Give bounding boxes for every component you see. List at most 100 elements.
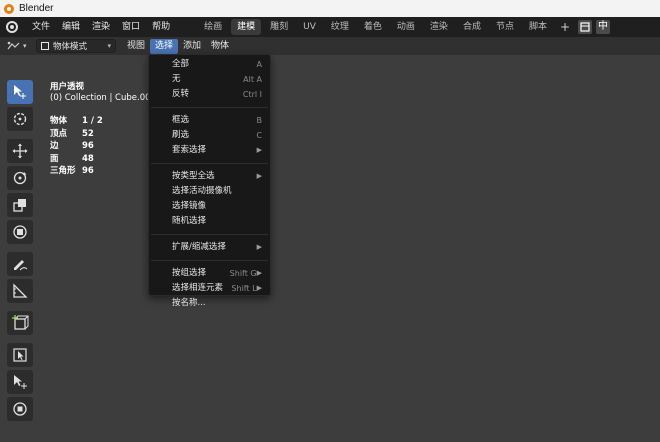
select-invert-item[interactable]: 反转 Ctrl I bbox=[149, 87, 270, 102]
ruler-icon bbox=[13, 283, 28, 298]
cursor-tool[interactable] bbox=[7, 107, 33, 131]
stat-value: 48 bbox=[82, 153, 94, 164]
submenu-arrow-icon: ▶ bbox=[256, 146, 262, 154]
stat-value: 1 / 2 bbox=[82, 116, 103, 126]
scene-icon[interactable] bbox=[578, 20, 593, 34]
menu-item-label: 反转 bbox=[172, 89, 190, 99]
object-mode-select[interactable]: 物体模式 ▾ bbox=[36, 39, 116, 53]
tab-uv[interactable]: UV bbox=[297, 19, 322, 35]
select-none-item[interactable]: 无 Alt A bbox=[149, 72, 270, 87]
object-mode-icon bbox=[41, 42, 49, 50]
editor-type-selector[interactable]: ▾ bbox=[6, 40, 30, 52]
annotate-tool[interactable] bbox=[7, 252, 33, 276]
stat-key: 三角形 bbox=[50, 166, 76, 176]
stat-key: 面 bbox=[50, 153, 59, 164]
tab-painting[interactable]: 绘画 bbox=[198, 19, 228, 35]
shortcut-label: A bbox=[256, 60, 262, 69]
transform-icon bbox=[13, 225, 27, 239]
chevron-down-icon: ▾ bbox=[23, 42, 27, 50]
menu-window[interactable]: 窗口 bbox=[116, 19, 146, 35]
menu-object[interactable]: 物体 bbox=[206, 39, 234, 54]
add-cube-tool[interactable] bbox=[7, 311, 33, 335]
3d-cursor-icon bbox=[13, 112, 27, 126]
submenu-arrow-icon: ▶ bbox=[256, 172, 262, 180]
blender-logo-icon[interactable] bbox=[6, 21, 18, 33]
select-active-camera-item[interactable]: 选择活动摄像机 bbox=[149, 184, 270, 199]
box-select-item[interactable]: 框选 B bbox=[149, 113, 270, 128]
menu-item-label: 无 bbox=[172, 74, 181, 84]
menu-separator bbox=[151, 107, 268, 108]
select-linked-item[interactable]: 选择相连元素 Shift L ▶ bbox=[149, 281, 270, 296]
menu-item-label: 全部 bbox=[172, 59, 190, 69]
menu-item-label: 扩展/缩减选择 bbox=[172, 242, 226, 252]
stat-value: 96 bbox=[82, 141, 94, 151]
tab-shading[interactable]: 着色 bbox=[358, 19, 388, 35]
menu-edit[interactable]: 编辑 bbox=[56, 19, 86, 35]
pencil-icon bbox=[14, 260, 28, 271]
measure-tool[interactable] bbox=[7, 279, 33, 303]
shortcut-label: B bbox=[256, 116, 263, 125]
add-workspace-button[interactable]: + bbox=[556, 20, 574, 34]
select-grouped-item[interactable]: 按组选择 Shift G ▶ bbox=[149, 266, 270, 281]
cursor-select-icon bbox=[14, 85, 26, 99]
shortcut-label: C bbox=[256, 131, 262, 140]
viewport-header: ▾ 物体模式 ▾ 视图 选择 添加 物体 bbox=[0, 37, 660, 55]
menu-render[interactable]: 渲染 bbox=[86, 19, 116, 35]
tweak-tool[interactable] bbox=[7, 370, 33, 394]
chevron-down-icon: ▾ bbox=[107, 42, 111, 50]
language-button[interactable]: 中 bbox=[596, 20, 611, 34]
editor-type-icon bbox=[7, 41, 20, 50]
top-bar: 文件 编辑 渲染 窗口 帮助 绘画 建模 雕刻 UV 纹理 着色 动画 渲染 合… bbox=[0, 17, 660, 37]
menu-item-label: 随机选择 bbox=[172, 216, 207, 226]
menu-help[interactable]: 帮助 bbox=[146, 19, 176, 35]
tab-animation[interactable]: 动画 bbox=[391, 19, 421, 35]
window-title: Blender bbox=[19, 3, 54, 14]
tab-nodes[interactable]: 节点 bbox=[490, 19, 520, 35]
blender-app-icon bbox=[4, 3, 14, 14]
select-more-less-item[interactable]: 扩展/缩减选择 ▶ bbox=[149, 240, 270, 255]
select-mirror-item[interactable]: 选择镜像 bbox=[149, 199, 270, 214]
object-mode-label: 物体模式 bbox=[53, 42, 88, 52]
rotate-tool[interactable] bbox=[7, 166, 33, 190]
menu-view[interactable]: 视图 bbox=[122, 39, 150, 54]
select-all-by-type-item[interactable]: 按类型全选 ▶ bbox=[149, 169, 270, 184]
stat-key: 物体 bbox=[50, 116, 68, 126]
frame-tool[interactable] bbox=[7, 343, 33, 367]
select-menu-dropdown: 全部 A 无 Alt A 反转 Ctrl I 框选 B 刷选 C 套索选择 ▶ 按类型全选 ▶… bbox=[148, 54, 271, 308]
menu-file[interactable]: 文件 bbox=[26, 19, 56, 35]
tab-compositing[interactable]: 合成 bbox=[457, 19, 487, 35]
scene-stats: 物体 1 / 2 顶点 52 边 96 面 48 三角形 96 bbox=[50, 116, 156, 179]
lasso-select-item[interactable]: 套索选择 ▶ bbox=[149, 143, 270, 158]
transform-tool[interactable] bbox=[7, 220, 33, 244]
select-random-item[interactable]: 随机选择 bbox=[149, 214, 270, 229]
menu-item-label: 按组选择 bbox=[172, 268, 207, 278]
tool-shelf bbox=[7, 80, 37, 424]
add-cube-icon bbox=[12, 315, 29, 330]
select-pattern-item[interactable]: 按名称... bbox=[149, 296, 270, 311]
scale-tool[interactable] bbox=[7, 193, 33, 217]
shortcut-label: Ctrl I bbox=[242, 90, 262, 99]
tab-texture[interactable]: 纹理 bbox=[325, 19, 355, 35]
tab-sculpting[interactable]: 雕刻 bbox=[264, 19, 294, 35]
tab-scripting[interactable]: 脚本 bbox=[523, 19, 553, 35]
scale-icon bbox=[13, 199, 26, 212]
menu-add[interactable]: 添加 bbox=[178, 39, 206, 54]
select-all-item[interactable]: 全部 A bbox=[149, 57, 270, 72]
menu-separator bbox=[151, 163, 268, 164]
frame-select-icon bbox=[13, 348, 27, 362]
stat-row: 面 48 bbox=[50, 154, 156, 167]
shortcut-label: Alt A bbox=[243, 75, 262, 84]
rotate-icon bbox=[13, 171, 27, 185]
viewport-info-overlay: 用户透视 (0) Collection | Cube.001 物体 1 / 2 顶… bbox=[50, 82, 156, 179]
circle-select-item[interactable]: 刷选 C bbox=[149, 128, 270, 143]
shrink-tool[interactable] bbox=[7, 397, 33, 421]
collection-label: (0) Collection | Cube.001 bbox=[50, 93, 156, 103]
menu-select[interactable]: 选择 bbox=[150, 38, 179, 54]
menu-item-label: 框选 bbox=[172, 115, 190, 125]
menu-separator bbox=[151, 234, 268, 235]
stat-value: 52 bbox=[82, 128, 94, 139]
tab-rendering[interactable]: 渲染 bbox=[424, 19, 454, 35]
move-tool[interactable] bbox=[7, 139, 33, 163]
select-box-tool[interactable] bbox=[7, 80, 33, 104]
tab-modeling[interactable]: 建模 bbox=[231, 19, 262, 35]
